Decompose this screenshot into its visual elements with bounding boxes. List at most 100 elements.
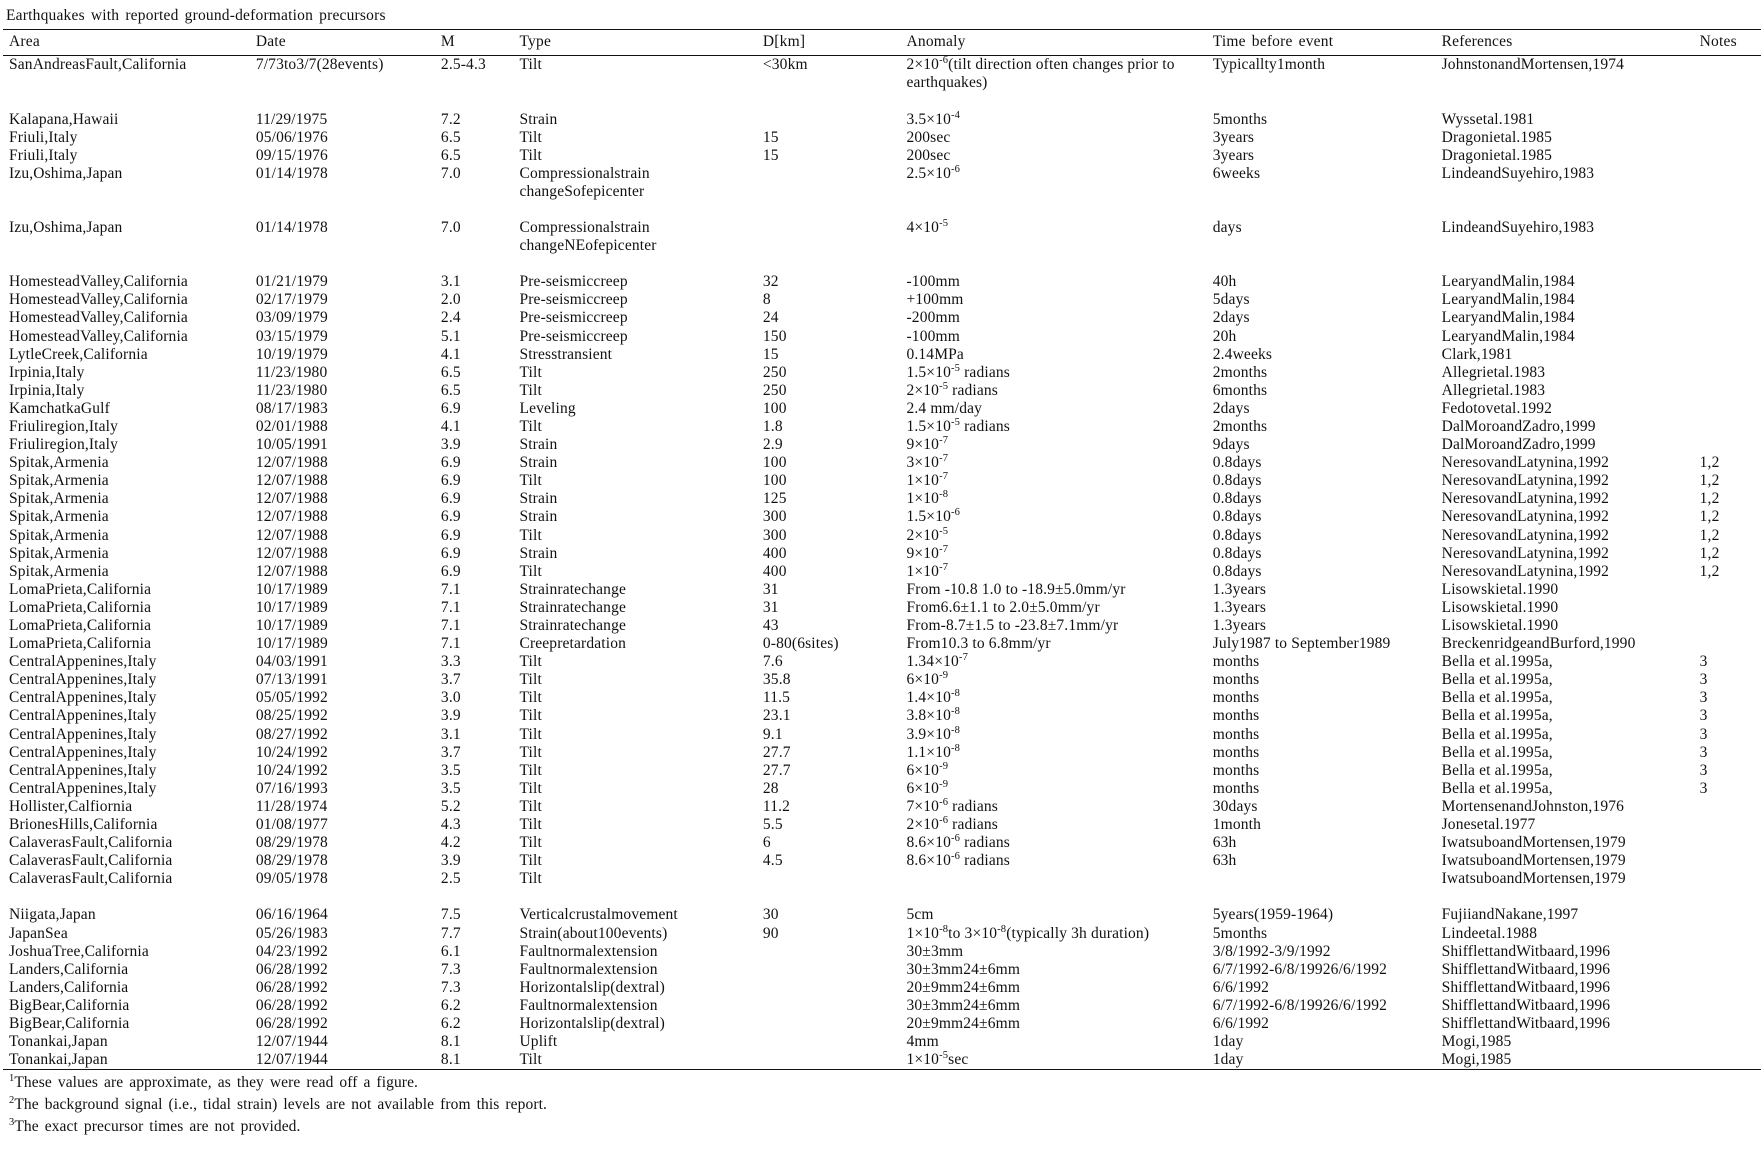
cell-time-before-event: 1.3years: [1212, 580, 1267, 598]
cell-notes: [1694, 834, 1761, 852]
cell-area: Spitak,Armenia: [9, 526, 109, 544]
cell-magnitude: 2.0: [440, 291, 461, 309]
cell-notes: [1694, 382, 1761, 400]
cell-time-before-event: months: [1212, 671, 1260, 689]
cell-magnitude: 6.5: [440, 128, 461, 146]
cell-time-before-event: 3years: [1212, 128, 1255, 146]
cell-magnitude: 3.1: [440, 725, 461, 743]
cell-type: Tilt: [519, 870, 542, 888]
cell-area: CalaverasFault,California: [9, 852, 173, 870]
cell-date: 06/28/1992: [255, 996, 328, 1014]
table-row: Friuli,Italy 05/06/1976 6.5 Tilt 15 200sec 3ye…: [3, 129, 1761, 147]
table-row: HomesteadValley,California 02/17/1979 2.0 P…: [3, 291, 1761, 309]
cell-distance: [757, 1015, 901, 1033]
table-row: KamchatkaGulf 08/17/1983 6.9 Leveling 100 2.4…: [3, 400, 1761, 418]
cell-area: Spitak,Armenia: [9, 454, 109, 472]
cell-area: Spitak,Armenia: [9, 490, 109, 508]
cell-type: Strain: [519, 490, 558, 508]
cell-anomaly: 200sec: [906, 146, 951, 164]
cell-notes: 3: [1699, 671, 1708, 689]
cell-time-before-event: 0.8days: [1212, 562, 1262, 580]
cell-anomaly: From-8.7±1.5 to -23.8±7.1mm/yr: [906, 617, 1119, 634]
cell-date: 7/73to3/7(28events): [249, 55, 435, 93]
table-row: Landers,California 06/28/1992 7.3 Horizonta…: [3, 979, 1761, 997]
cell-anomaly: 2.4 mm/day: [906, 399, 983, 417]
cell-time-before-event: 5months: [1212, 924, 1268, 942]
cell-date: 05/06/1976: [255, 128, 328, 146]
cell-time-before-event: 0.8days: [1212, 490, 1262, 508]
cell-time-before-event: 3/8/1992-3/9/1992: [1212, 942, 1331, 960]
column-header-d: D[km]: [756, 29, 901, 56]
cell-magnitude: 2.5: [440, 870, 461, 888]
cell-type: Faultnormalextension: [519, 942, 658, 960]
cell-time-before-event: 1day: [1212, 1051, 1244, 1069]
cell-date: 04/03/1991: [255, 653, 328, 671]
cell-reference: LindeandSuyehiro,1983: [1441, 164, 1595, 182]
cell-reference: IwatsuboandMortensen,1979: [1441, 852, 1626, 870]
table-row: Irpinia,Italy 11/23/1980 6.5 Tilt 250 1.5×10-…: [3, 363, 1761, 382]
cell-magnitude: 6.9: [440, 526, 461, 544]
cell-distance: 24: [762, 309, 779, 327]
cell-type: Strain: [519, 508, 558, 526]
column-header-time: Time before event: [1206, 29, 1436, 56]
cell-magnitude: 4.1: [440, 345, 461, 363]
cell-anomaly: -200mm: [906, 309, 960, 327]
cell-date: 01/14/1978: [255, 219, 328, 237]
cell-reference: NeresovandLatynina,1992: [1441, 526, 1610, 544]
cell-magnitude: 7.1: [440, 580, 461, 598]
cell-type: Pre-seismiccreep: [519, 327, 628, 345]
cell-type: Tilt: [519, 779, 542, 797]
cell-reference: Bella et al.1995a,: [1441, 689, 1553, 707]
cell-magnitude: 7.0: [440, 219, 461, 237]
cell-area: CentralAppenines,Italy: [9, 707, 157, 725]
row-spacer-cell: [3, 201, 1761, 219]
cell-area: Kalapana,Hawaii: [9, 110, 119, 128]
cell-type: Horizontalslip(dextral): [519, 1014, 665, 1032]
cell-anomaly: 0.14MPa: [906, 345, 964, 363]
table-row: Spitak,Armenia 12/07/1988 6.9 Strain 300 1.5×…: [3, 508, 1761, 526]
cell-distance: 7.6: [762, 653, 783, 671]
cell-reference: ShifflettandWitbaard,1996: [1441, 996, 1611, 1014]
cell-time-before-event: months: [1212, 689, 1260, 707]
cell-area: CalaverasFault,California: [9, 870, 173, 888]
footnote-text: The exact precursor times are not provid…: [14, 1118, 301, 1136]
table-row: Izu,Oshima,Japan 01/14/1978 7.0 Compression…: [3, 218, 1761, 255]
cell-notes: [1694, 436, 1761, 454]
cell-time-before-event: 5years(1959-1964): [1212, 906, 1334, 924]
cell-time-before-event: 5months: [1212, 110, 1268, 128]
cell-distance: 27.7: [762, 761, 791, 779]
cell-area: Tonankai,Japan: [9, 1033, 108, 1051]
cell-magnitude: 2.5-4.3: [434, 55, 514, 93]
table-row: CentralAppenines,Italy 07/13/1991 3.7 Tilt 3…: [3, 670, 1761, 689]
cell-notes: [1694, 165, 1761, 201]
cell-date: 12/07/1988: [255, 508, 328, 526]
footnote: 2The background signal (i.e., tidal stra…: [3, 1094, 1761, 1116]
cell-date: 10/17/1989: [255, 580, 328, 598]
cell-reference: Dragonietal.1985: [1441, 128, 1553, 146]
table-row: LomaPrieta,California 10/17/1989 7.1 Strain…: [3, 617, 1761, 635]
cell-type: Tilt: [519, 707, 542, 725]
table-footnotes: 1These values are approximate, as they w…: [3, 1069, 1761, 1138]
cell-reference: Lisowskietal.1990: [1441, 617, 1559, 634]
cell-notes: [1694, 581, 1761, 599]
cell-anomaly: 3.5×10-4: [906, 109, 961, 128]
cell-anomaly: 4mm: [906, 1033, 939, 1051]
cell-anomaly: -100mm: [906, 273, 960, 291]
cell-date: 09/15/1976: [255, 146, 328, 164]
cell-time-before-event: months: [1212, 743, 1260, 761]
cell-date: 07/16/1993: [255, 779, 328, 797]
cell-date: 12/07/1988: [255, 472, 328, 490]
cell-time-before-event: 0.8days: [1212, 526, 1262, 544]
cell-time-before-event: 63h: [1212, 852, 1237, 870]
cell-distance: 31: [762, 598, 779, 616]
cell-anomaly: 1×10-8: [906, 489, 949, 508]
cell-anomaly: 1.4×10-8: [906, 688, 961, 707]
cell-type: Tilt: [519, 562, 542, 580]
cell-date: 12/07/1988: [255, 490, 328, 508]
cell-time-before-event: 2days: [1212, 399, 1250, 417]
cell-type: Strain: [519, 110, 558, 128]
cell-area: Irpinia,Italy: [9, 363, 85, 381]
cell-area: Spitak,Armenia: [9, 544, 109, 562]
cell-date: 08/25/1992: [255, 707, 328, 725]
cell-time-before-event: 1month: [1212, 816, 1262, 834]
